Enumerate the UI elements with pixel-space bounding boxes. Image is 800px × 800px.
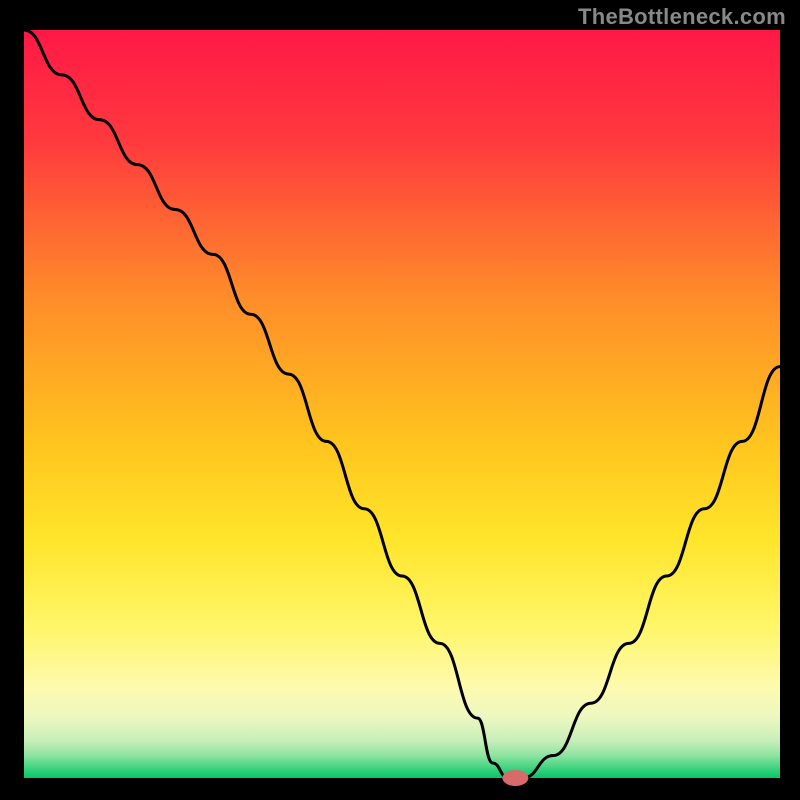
chart-container: TheBottleneck.com: [0, 0, 800, 800]
plot-background: [24, 30, 780, 778]
watermark-text: TheBottleneck.com: [578, 4, 786, 30]
optimum-marker: [502, 770, 528, 786]
bottleneck-chart: [0, 0, 800, 800]
